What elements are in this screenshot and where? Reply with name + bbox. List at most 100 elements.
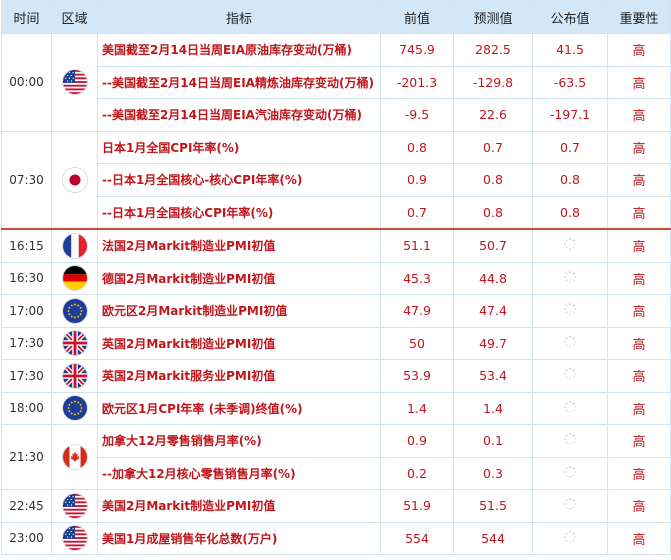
actual-cell bbox=[532, 424, 608, 458]
forecast-cell: 282.5 bbox=[453, 33, 533, 67]
forecast-cell: 0.8 bbox=[453, 163, 533, 197]
actual-cell bbox=[532, 359, 608, 393]
table-row: 18:00 欧元区1月CPI年率 (未季调)终值(%) 1.4 1.4 高 bbox=[1, 391, 671, 425]
forecast-cell: 50.7 bbox=[453, 228, 533, 263]
forecast-cell: 22.6 bbox=[453, 98, 533, 132]
table-row: 21:30 加拿大12月零售销售月率(%) 0.9 0.1 高 bbox=[1, 424, 671, 490]
importance-cell: 高 bbox=[607, 359, 671, 393]
importance-cell: 高 bbox=[607, 391, 671, 425]
germany-flag-icon bbox=[61, 265, 88, 292]
forecast-cell: 0.7 bbox=[453, 130, 533, 164]
table-row: 17:30 英国2月Markit制造业PMI初值 50 49.7 高 bbox=[1, 326, 671, 360]
importance-cell: 高 bbox=[607, 65, 671, 99]
importance-cell: 高 bbox=[607, 195, 671, 230]
time-cell: 17:30 bbox=[1, 326, 52, 360]
importance-cell: 高 bbox=[607, 163, 671, 197]
indicator-cell[interactable]: 日本1月全国CPI年率(%) bbox=[97, 130, 381, 164]
prev-cell: 51.9 bbox=[380, 489, 454, 523]
time-cell: 07:30 bbox=[1, 130, 52, 230]
region-cell bbox=[51, 391, 98, 425]
prev-cell: 0.8 bbox=[380, 130, 454, 164]
indicator-cell[interactable]: --日本1月全国核心CPI年率(%) bbox=[97, 195, 381, 230]
forecast-cell: 0.1 bbox=[453, 424, 533, 458]
table-row: --美国截至2月14日当周EIA精炼油库存变动(万桶) -201.3 -129.8-… bbox=[2, 65, 671, 99]
table-row: --日本1月全国核心CPI年率(%) 0.7 0.8 0.8 高 bbox=[2, 195, 671, 230]
prev-cell: 745.9 bbox=[380, 33, 454, 67]
time-cell: 21:30 bbox=[1, 424, 52, 490]
loading-spinner-icon bbox=[563, 530, 577, 547]
indicator-cell[interactable]: 美国1月成屋销售年化总数(万户) bbox=[97, 521, 381, 555]
region-cell bbox=[51, 424, 98, 490]
importance-cell: 高 bbox=[607, 326, 671, 360]
prev-cell: 554 bbox=[380, 521, 454, 555]
indicator-cell[interactable]: 美国2月Markit制造业PMI初值 bbox=[97, 489, 381, 523]
indicator-cell[interactable]: 欧元区1月CPI年率 (未季调)终值(%) bbox=[97, 391, 381, 425]
table-row: 17:00 欧元区2月Markit制造业PMI初值 47.9 47.4 高 bbox=[1, 294, 671, 328]
region-cell bbox=[51, 359, 98, 393]
actual-cell: 0.7 bbox=[532, 130, 608, 164]
indicator-cell[interactable]: 德国2月Markit制造业PMI初值 bbox=[97, 261, 381, 295]
table-row: 16:15 法国2月Markit制造业PMI初值 51.1 50.7 高 bbox=[1, 228, 671, 263]
us-flag-icon bbox=[61, 525, 88, 552]
loading-spinner-icon bbox=[563, 465, 577, 482]
time-cell: 00:00 bbox=[1, 33, 52, 132]
economic-calendar-table: 时间 区域 指标 前值 预测值 公布值 重要性 00:00 美国截至2月14日当周… bbox=[1, 0, 671, 555]
forecast-cell: -129.8 bbox=[453, 65, 533, 99]
indicator-cell[interactable]: --美国截至2月14日当周EIA汽油库存变动(万桶) bbox=[97, 98, 381, 132]
prev-cell: -201.3 bbox=[380, 65, 454, 99]
time-cell: 17:30 bbox=[1, 359, 52, 393]
indicator-cell[interactable]: 欧元区2月Markit制造业PMI初值 bbox=[97, 294, 381, 328]
indicator-cell[interactable]: 英国2月Markit制造业PMI初值 bbox=[97, 326, 381, 360]
header-importance: 重要性 bbox=[607, 0, 671, 34]
actual-cell: -197.1 bbox=[532, 98, 608, 132]
actual-cell bbox=[532, 228, 608, 263]
loading-spinner-icon bbox=[563, 400, 577, 417]
region-cell bbox=[51, 489, 98, 523]
loading-spinner-icon bbox=[563, 432, 577, 449]
forecast-cell: 544 bbox=[453, 521, 533, 555]
indicator-cell[interactable]: --日本1月全国核心-核心CPI年率(%) bbox=[97, 163, 381, 197]
importance-cell: 高 bbox=[607, 130, 671, 164]
forecast-cell: 53.4 bbox=[453, 359, 533, 393]
region-cell bbox=[51, 261, 98, 295]
prev-cell: 50 bbox=[380, 326, 454, 360]
canada-flag-icon bbox=[61, 444, 88, 470]
japan-flag-icon bbox=[61, 166, 88, 193]
time-cell: 16:15 bbox=[1, 228, 52, 263]
actual-cell bbox=[532, 326, 608, 360]
actual-cell: 0.8 bbox=[532, 195, 608, 230]
prev-cell: 51.1 bbox=[380, 228, 454, 263]
table-row: 16:30 德国2月Markit制造业PMI初值 45.3 44.8 高 bbox=[1, 261, 671, 295]
header-time: 时间 bbox=[1, 0, 52, 34]
indicator-cell[interactable]: --加拿大12月核心零售销售月率(%) bbox=[97, 456, 381, 490]
header-row: 时间 区域 指标 前值 预测值 公布值 重要性 bbox=[1, 0, 671, 34]
actual-cell: -63.5 bbox=[532, 65, 608, 99]
prev-cell: 53.9 bbox=[380, 359, 454, 393]
importance-cell: 高 bbox=[607, 33, 671, 67]
table-row: 22:45 美国2月Markit制造业PMI初值 51.9 51.5 高 bbox=[1, 489, 671, 523]
indicator-cell[interactable]: 法国2月Markit制造业PMI初值 bbox=[97, 228, 381, 263]
table-row: --日本1月全国核心-核心CPI年率(%) 0.9 0.8 0.8 高 bbox=[2, 163, 671, 197]
region-cell bbox=[51, 33, 98, 132]
indicator-cell[interactable]: 英国2月Markit服务业PMI初值 bbox=[97, 359, 381, 393]
france-flag-icon bbox=[61, 232, 88, 259]
actual-cell bbox=[532, 391, 608, 425]
indicator-cell[interactable]: --美国截至2月14日当周EIA精炼油库存变动(万桶) bbox=[97, 65, 381, 99]
table-row: 23:00 美国1月成屋销售年化总数(万户) 554 544 高 bbox=[1, 521, 671, 555]
indicator-cell[interactable]: 美国截至2月14日当周EIA原油库存变动(万桶) bbox=[97, 33, 381, 67]
loading-spinner-icon bbox=[563, 270, 577, 287]
importance-cell: 高 bbox=[607, 228, 671, 263]
actual-cell bbox=[532, 456, 608, 490]
importance-cell: 高 bbox=[607, 489, 671, 523]
prev-cell: 0.7 bbox=[380, 195, 454, 230]
actual-cell bbox=[532, 294, 608, 328]
prev-cell: 0.2 bbox=[380, 456, 454, 490]
prev-cell: 0.9 bbox=[380, 163, 454, 197]
us-flag-icon bbox=[61, 69, 88, 96]
loading-spinner-icon bbox=[563, 237, 577, 254]
table-row: --加拿大12月核心零售销售月率(%) 0.2 0.3 高 bbox=[2, 456, 671, 490]
actual-cell: 0.8 bbox=[532, 163, 608, 197]
indicator-cell[interactable]: 加拿大12月零售销售月率(%) bbox=[97, 424, 381, 458]
us-flag-icon bbox=[61, 492, 88, 519]
actual-cell: 41.5 bbox=[532, 33, 608, 67]
